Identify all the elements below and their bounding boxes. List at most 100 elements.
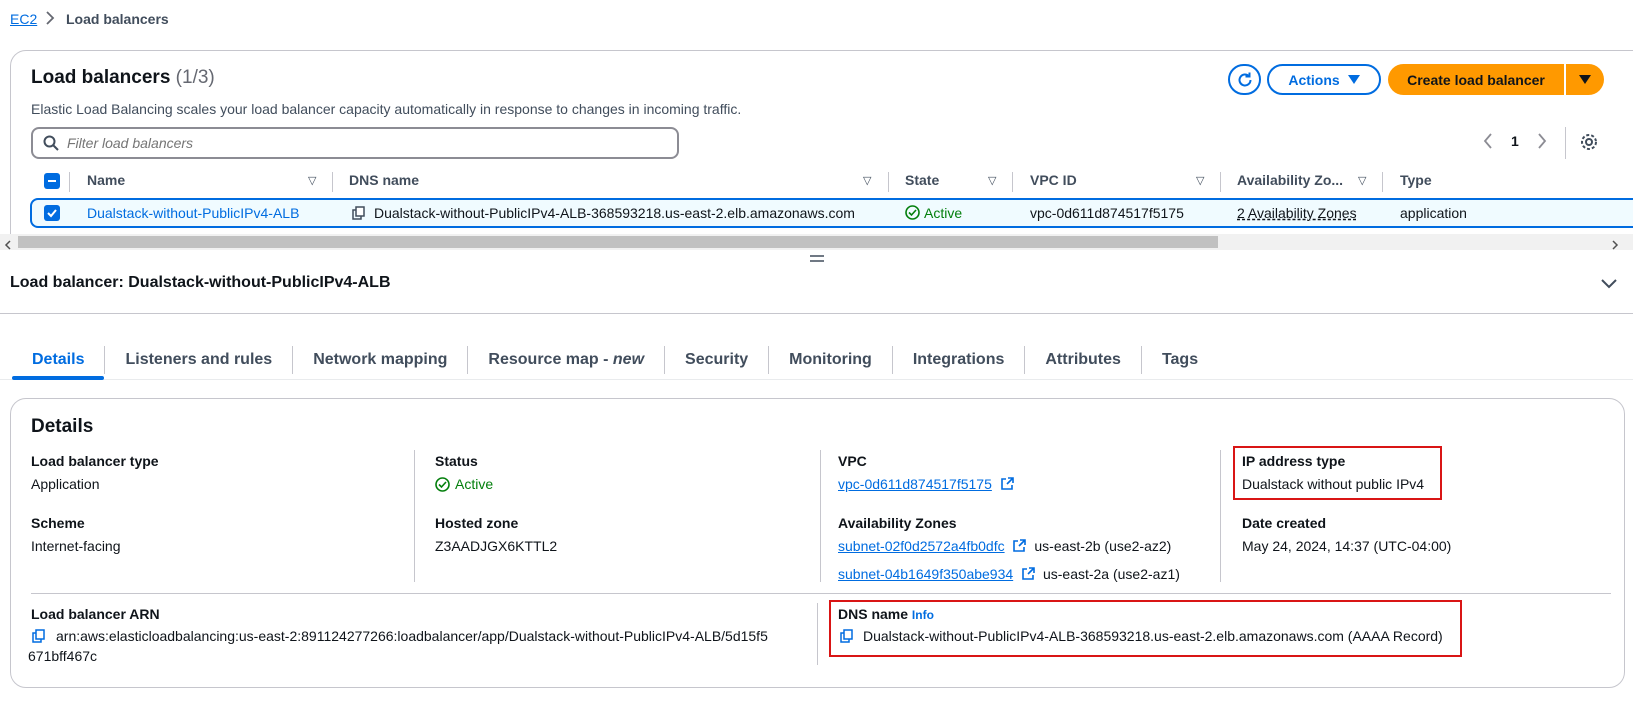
tab-listeners[interactable]: Listeners and rules (105, 346, 294, 374)
tab-details[interactable]: Details (12, 346, 106, 374)
copy-icon[interactable] (840, 629, 854, 646)
status-success-icon (435, 476, 450, 492)
tab-tags[interactable]: Tags (1142, 346, 1218, 374)
filter-field[interactable] (31, 127, 679, 159)
vpc-link-text[interactable]: vpc-0d611d874517f5175 (838, 476, 992, 492)
dns-value: Dualstack-without-PublicIPv4-ALB-3685932… (863, 628, 1443, 644)
dns-label-text: DNS name (838, 606, 909, 622)
row-name-link[interactable]: Dualstack-without-PublicIPv4-ALB (87, 205, 299, 221)
tab-attributes[interactable]: Attributes (1025, 346, 1142, 374)
subnet-1-zone: us-east-2b (use2-az2) (1034, 538, 1172, 554)
preferences-button[interactable] (1580, 133, 1598, 154)
vpc-link[interactable]: vpc-0d611d874517f5175 (838, 476, 1014, 492)
ip-type-value: Dualstack without public IPv4 (1242, 476, 1425, 492)
caret-down-icon (1347, 74, 1360, 84)
subnet-2-zone: us-east-2a (use2-az1) (1042, 566, 1180, 582)
select-all-checkbox[interactable] (44, 173, 60, 189)
status-value: Active (435, 476, 493, 492)
chevron-down-icon (1601, 279, 1617, 289)
subnet-2: subnet-04b1649f350abe934 us-east-2a (use… (838, 566, 1180, 582)
date-created-value: May 24, 2024, 14:37 (UTC-04:00) (1242, 538, 1452, 554)
create-load-balancer-button[interactable]: Create load balancer (1388, 64, 1564, 95)
external-link-icon (1022, 567, 1035, 580)
dns-info-link[interactable]: Info (912, 608, 934, 622)
column-header-dns[interactable]: DNS name (349, 172, 419, 188)
breadcrumb-ec2-link[interactable]: EC2 (10, 11, 37, 27)
tab-network-mapping[interactable]: Network mapping (293, 346, 469, 374)
row-vpc: vpc-0d611d874517f5175 (1030, 205, 1184, 221)
minus-icon (48, 180, 56, 182)
sort-icon[interactable]: ▽ (1196, 174, 1204, 187)
column-divider (1382, 172, 1383, 192)
scheme-label: Scheme (31, 515, 85, 531)
check-icon (47, 209, 57, 218)
lb-type-value: Application (31, 476, 100, 492)
actions-button[interactable]: Actions (1267, 64, 1381, 95)
column-header-name[interactable]: Name (87, 172, 125, 188)
az-label: Availability Zones (838, 515, 957, 531)
column-divider (332, 172, 333, 192)
page-description: Elastic Load Balancing scales your load … (31, 101, 742, 117)
page-title: Load balancers (1/3) (31, 67, 215, 88)
ip-type-label: IP address type (1242, 453, 1346, 469)
divider (0, 313, 1633, 314)
column-divider (888, 172, 889, 192)
pagination: 1 (1483, 133, 1547, 149)
row-divider (31, 593, 1611, 594)
scheme-value: Internet-facing (31, 538, 121, 554)
create-dropdown-button[interactable] (1566, 64, 1604, 95)
selection-count: (1/3) (175, 67, 215, 88)
scrollbar-thumb[interactable] (18, 236, 1218, 248)
status-success-icon (905, 205, 920, 223)
arn-value-line2: 671bff467c (28, 648, 98, 664)
sort-icon[interactable]: ▽ (988, 174, 996, 187)
tab-resource-map-label: Resource map - (488, 351, 613, 368)
tabs-divider (0, 379, 1633, 380)
scroll-right-icon[interactable] (1611, 237, 1619, 253)
column-header-state[interactable]: State (905, 172, 939, 188)
column-header-az[interactable]: Availability Zo... (1237, 172, 1343, 188)
column-divider (69, 172, 70, 192)
hosted-zone-label: Hosted zone (435, 515, 519, 531)
chevron-right-icon[interactable] (1537, 133, 1547, 149)
tab-integrations[interactable]: Integrations (893, 346, 1026, 374)
subnet-2-link[interactable]: subnet-04b1649f350abe934 (838, 566, 1013, 582)
sort-icon[interactable]: ▽ (1358, 174, 1366, 187)
arn-value-line1: arn:aws:elasticloadbalancing:us-east-2:8… (56, 628, 768, 644)
copy-icon[interactable] (32, 629, 46, 646)
tab-security[interactable]: Security (665, 346, 770, 374)
column-divider (1220, 450, 1221, 582)
subnet-1-link[interactable]: subnet-02f0d2572a4fb0dfc (838, 538, 1005, 554)
tab-monitoring[interactable]: Monitoring (769, 346, 893, 374)
date-created-label: Date created (1242, 515, 1327, 531)
tab-new-badge: new (612, 351, 645, 368)
sort-icon[interactable]: ▽ (863, 174, 871, 187)
chevron-left-icon[interactable] (1483, 133, 1493, 149)
row-checkbox[interactable] (44, 205, 60, 221)
arn-label: Load balancer ARN (31, 606, 160, 622)
refresh-icon (1238, 72, 1251, 86)
row-az-popover[interactable]: 2 Availability Zones (1237, 205, 1357, 221)
filter-input[interactable] (67, 135, 647, 151)
row-type: application (1400, 205, 1467, 221)
collapse-button[interactable] (1601, 276, 1617, 292)
status-label: Status (435, 453, 478, 469)
detail-tabs: Details Listeners and rules Network mapp… (12, 340, 1218, 380)
refresh-button[interactable] (1228, 64, 1261, 95)
column-divider (817, 603, 818, 665)
search-icon (43, 135, 59, 151)
dns-label: DNS name Info (838, 606, 934, 622)
column-header-type[interactable]: Type (1400, 172, 1432, 188)
split-drag-handle[interactable] (810, 250, 824, 266)
copy-icon[interactable] (352, 206, 366, 223)
breadcrumb-current: Load balancers (66, 11, 169, 27)
page-number[interactable]: 1 (1511, 133, 1519, 149)
sort-icon[interactable]: ▽ (308, 174, 316, 187)
hosted-zone-value: Z3AADJGX6KTTL2 (435, 538, 558, 554)
tab-resource-map[interactable]: Resource map - new (468, 346, 666, 374)
pager-divider (1565, 127, 1566, 159)
caret-down-icon (1579, 74, 1591, 84)
detail-panel-title: Load balancer: Dualstack-without-PublicI… (10, 274, 391, 291)
column-header-vpc[interactable]: VPC ID (1030, 172, 1077, 188)
scroll-left-icon[interactable] (4, 237, 12, 253)
